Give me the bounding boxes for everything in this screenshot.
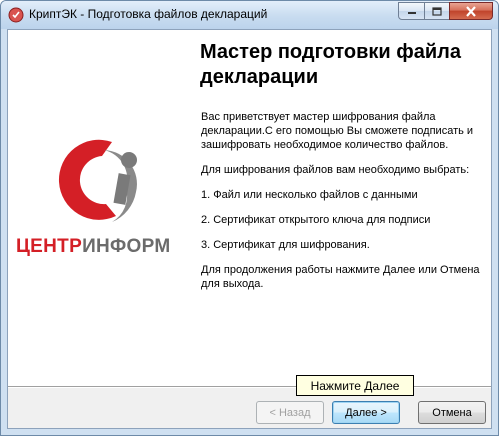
step-item-3: 3. Сертификат для шифрования.	[201, 239, 370, 251]
maximize-button[interactable]	[424, 2, 450, 20]
wizard-window: КриптЭК - Подготовка файлов деклараций Ц…	[0, 0, 499, 436]
wizard-description: Вас приветствует мастер шифрования файла…	[201, 110, 481, 302]
logo-text-gray: ИНФОРМ	[82, 236, 171, 257]
next-tooltip: Нажмите Далее	[296, 375, 414, 396]
wizard-client-area: ЦЕНТРИНФОРМ Мастер подготовки файла декл…	[7, 29, 492, 429]
minimize-icon	[407, 12, 416, 14]
continue-paragraph: Для продолжения работы нажмите Далее или…	[201, 264, 480, 290]
title-bar[interactable]: КриптЭК - Подготовка файлов деклараций	[1, 1, 498, 29]
window-title: КриптЭК - Подготовка файлов деклараций	[29, 7, 268, 21]
app-icon	[8, 7, 24, 23]
back-button[interactable]: < Назад	[256, 401, 324, 424]
wizard-heading: Мастер подготовки файла декларации	[200, 41, 462, 88]
close-icon	[466, 5, 476, 17]
instruction-paragraph: Для шифрования файлов вам необходимо выб…	[201, 164, 470, 176]
logo-text: ЦЕНТРИНФОРМ	[16, 236, 171, 258]
step-item-2: 2. Сертификат открытого ключа для подпис…	[201, 214, 431, 226]
maximize-icon	[432, 6, 442, 16]
logo-text-red: ЦЕНТР	[16, 236, 83, 257]
step-item-1: 1. Файл или несколько файлов с данными	[201, 189, 418, 201]
welcome-paragraph: Вас приветствует мастер шифрования файла…	[201, 111, 474, 151]
centrinform-logo-icon	[58, 139, 137, 222]
minimize-button[interactable]	[398, 2, 425, 20]
cancel-button[interactable]: Отмена	[418, 401, 486, 424]
next-button[interactable]: Далее >	[332, 401, 400, 424]
logo-panel: ЦЕНТРИНФОРМ	[8, 30, 188, 386]
close-button[interactable]	[449, 2, 493, 20]
